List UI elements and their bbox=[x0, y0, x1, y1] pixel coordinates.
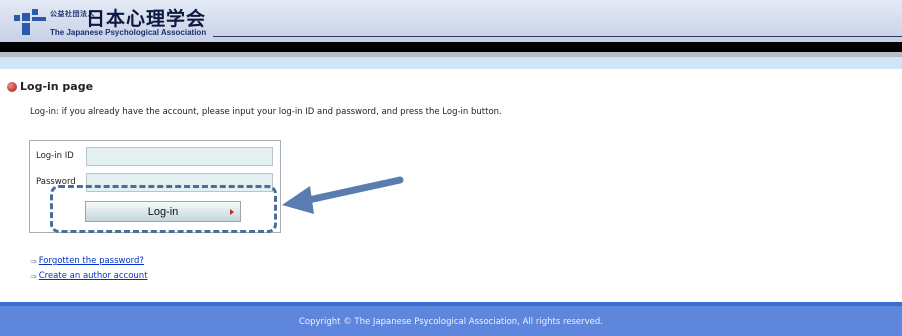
login-button-highlight bbox=[50, 185, 277, 233]
copyright-text: Copyright © The Japanese Psycological As… bbox=[298, 317, 603, 327]
header-black-bar bbox=[0, 42, 902, 52]
page-title-text: Log-in page bbox=[20, 80, 94, 93]
bullet-icon bbox=[7, 81, 17, 92]
logo-icon bbox=[14, 9, 46, 35]
forgot-password-row: ⇒ Forgotten the password? bbox=[30, 256, 144, 266]
login-instruction: Log-in: if you already have the account,… bbox=[30, 107, 502, 117]
login-id-label: Log-in ID bbox=[36, 151, 74, 161]
org-name: 日本心理学会 bbox=[86, 8, 207, 30]
login-id-input[interactable] bbox=[86, 147, 273, 166]
site-header: 公益社団法人 日本心理学会 The Japanese Psychological… bbox=[0, 0, 902, 42]
page-title: Log-in page bbox=[7, 80, 93, 93]
site-footer: Copyright © The Japanese Psycological As… bbox=[0, 306, 902, 336]
header-blue-strip bbox=[0, 57, 902, 69]
header-divider bbox=[213, 36, 902, 37]
pointer-arrow-icon bbox=[282, 176, 404, 214]
link-arrow-icon: ⇒ bbox=[30, 271, 37, 281]
create-account-link[interactable]: Create an author account bbox=[39, 271, 148, 281]
forgot-password-link[interactable]: Forgotten the password? bbox=[39, 256, 144, 266]
create-account-row: ⇒ Create an author account bbox=[30, 271, 148, 281]
org-english-name: The Japanese Psychological Association bbox=[50, 28, 207, 37]
link-arrow-icon: ⇒ bbox=[30, 256, 37, 266]
